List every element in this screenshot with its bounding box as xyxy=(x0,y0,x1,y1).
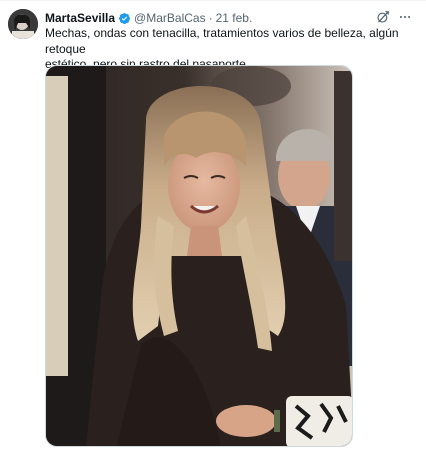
photo-image xyxy=(46,66,352,446)
tweet-header: MartaSevilla @MarBalCas · 21 feb. xyxy=(45,10,412,26)
header-actions xyxy=(376,10,412,24)
author-avatar[interactable] xyxy=(8,9,38,39)
avatar-photo-icon xyxy=(8,9,38,39)
grok-icon[interactable] xyxy=(376,10,390,24)
tweet-date[interactable]: 21 feb. xyxy=(216,10,253,26)
tweet-photo[interactable] xyxy=(45,65,353,447)
tweet-card[interactable]: MartaSevilla @MarBalCas · 21 feb. Mechas… xyxy=(0,0,426,449)
author-display-name[interactable]: MartaSevilla xyxy=(45,10,115,26)
verified-badge-icon xyxy=(118,12,131,24)
header-separator: · xyxy=(208,11,213,25)
more-options-icon[interactable] xyxy=(398,10,412,24)
author-handle[interactable]: @MarBalCas xyxy=(134,10,206,26)
